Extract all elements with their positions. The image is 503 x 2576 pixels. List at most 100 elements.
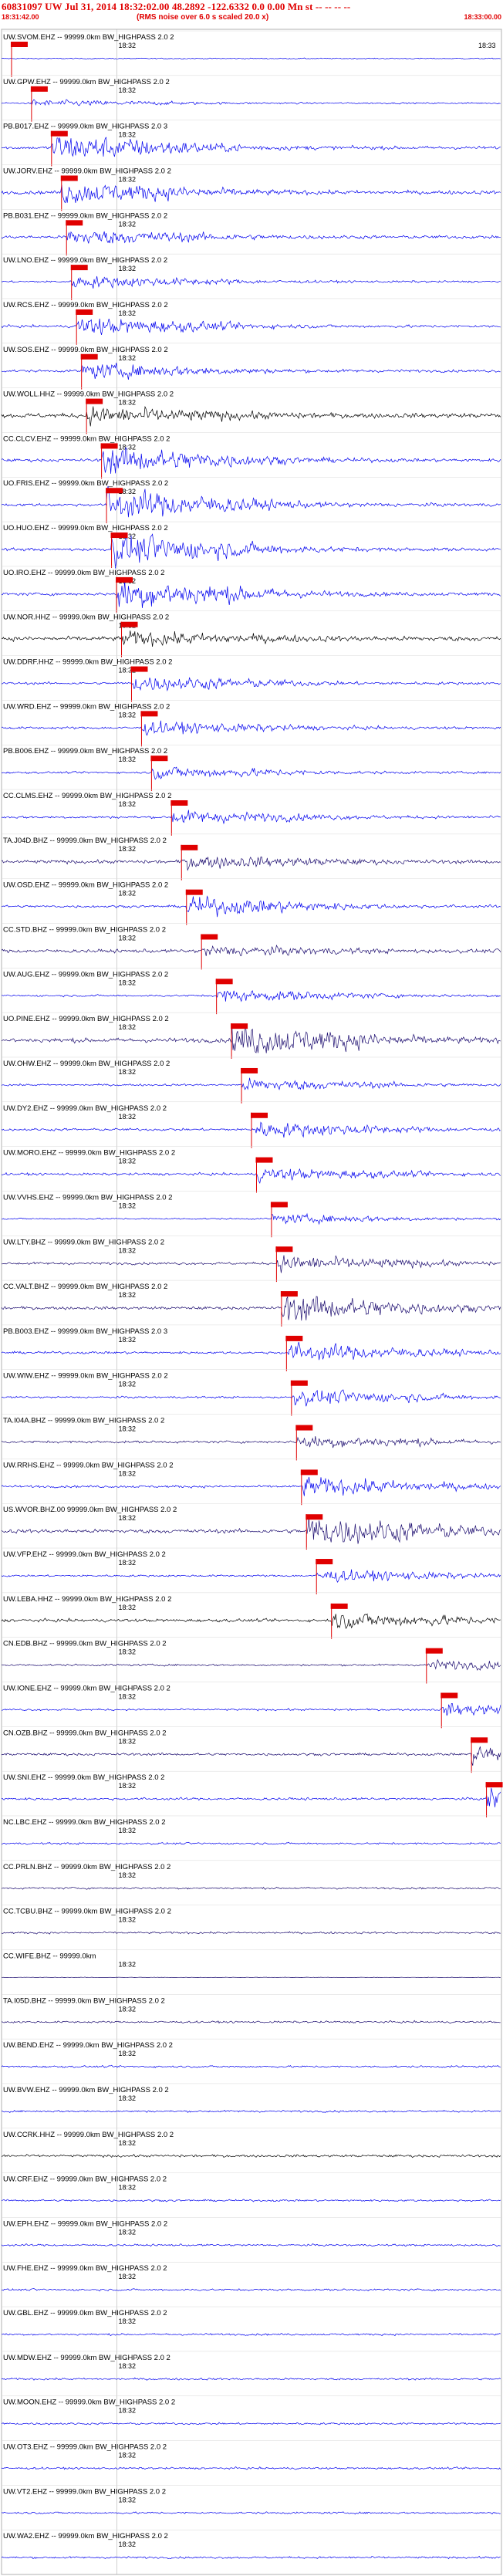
waveform-line <box>1 990 501 1002</box>
station-trace-group: UW.CCRK.HHZ -- 99999.0km BW_HIGHPASS 2.0… <box>1 2128 501 2158</box>
time-tick-label: 18:32 <box>119 2452 137 2459</box>
waveform-line <box>1 184 501 204</box>
waveform-line <box>1 231 501 244</box>
station-trace-group: UW.LNO.EHZ -- 99999.0km BW_HIGHPASS 2.0 … <box>1 253 501 300</box>
station-label: UW.VFP.EHZ -- 99999.0km BW_HIGHPASS 2.0 … <box>3 1550 166 1559</box>
station-trace-group: TA.J04D.BHZ -- 99999.0km BW_HIGHPASS 2.0… <box>1 833 501 881</box>
station-label: UW.BVW.EHZ -- 99999.0km BW_HIGHPASS 2.0 … <box>3 2086 169 2094</box>
waveform-line <box>1 363 501 380</box>
station-trace-group: UW.LTY.BHZ -- 99999.0km BW_HIGHPASS 2.0 … <box>2 1236 501 1283</box>
time-tick-label: 18:32 <box>119 399 137 407</box>
station-trace-group: UW.SOS.EHZ -- 99999.0km BW_HIGHPASS 2.0 … <box>1 343 501 390</box>
station-label: CC.WIFE.BHZ -- 99999.0km <box>3 1952 96 1960</box>
station-trace-group: UW.GPW.EHZ -- 99999.0km BW_HIGHPASS 2.0 … <box>1 75 501 122</box>
station-trace-group: CN.EDB.BHZ -- 99999.0km BW_HIGHPASS 2.0 … <box>1 1637 501 1684</box>
station-label: PB.B017.EHZ -- 99999.0km BW_HIGHPASS 2.0… <box>3 123 167 131</box>
phase-pick-marker <box>241 1067 258 1073</box>
waveform-line <box>1 276 501 289</box>
phase-pick-marker <box>170 800 188 806</box>
station-trace-group: CN.OZB.BHZ -- 99999.0km BW_HIGHPASS 2.0 … <box>1 1726 501 1773</box>
station-trace-group: UW.WIW.EHZ -- 99999.0km BW_HIGHPASS 2.0 … <box>1 1369 501 1416</box>
time-tick-label: 18:32 <box>119 1737 137 1745</box>
station-label: UW.WRD.EHZ -- 99999.0km BW_HIGHPASS 2.0 … <box>3 702 170 711</box>
time-tick-label: 18:32 <box>119 1023 137 1031</box>
station-label: UW.VT2.EHZ -- 99999.0km BW_HIGHPASS 2.0 … <box>3 2487 166 2496</box>
station-trace-group: UW.FHE.EHZ -- 99999.0km BW_HIGHPASS 2.0 … <box>1 2261 501 2292</box>
waveform-line <box>1 2064 501 2068</box>
time-tick-label: 18:32 <box>119 845 137 853</box>
phase-pick-marker <box>280 1291 298 1297</box>
waveform-line <box>2 766 501 780</box>
station-trace-group: NC.LBC.EHZ -- 99999.0km BW_HIGHPASS 2.0 … <box>1 1815 501 1845</box>
time-tick-label: 18:32 <box>119 1916 137 1924</box>
time-tick-label: 18:32 <box>119 1871 137 1879</box>
phase-pick-marker <box>86 398 103 404</box>
waveform-line <box>1 137 501 157</box>
time-tick-label: 18:32 <box>119 2407 137 2415</box>
phase-pick-marker <box>425 1648 443 1654</box>
station-trace-group: UW.RRHS.EHZ -- 99999.0km BW_HIGHPASS 2.0… <box>1 1459 501 1506</box>
time-tick-label: 18:32 <box>119 979 137 986</box>
station-label: UW.NOR.HHZ -- 99999.0km BW_HIGHPASS 2.0 … <box>3 614 169 622</box>
time-tick-label: 18:32 <box>119 800 137 808</box>
phase-pick-marker <box>471 1737 488 1743</box>
waveform-line <box>1 2422 501 2426</box>
waveform-line <box>1 1121 501 1138</box>
station-trace-group: UO.PINE.EHZ -- 99999.0km BW_HIGHPASS 2.0… <box>1 1012 501 1059</box>
phase-pick-marker <box>106 488 123 494</box>
seismogram-plot: UW.SVOM.EHZ -- 99999.0km BW_HIGHPASS 2.0… <box>1 29 503 2575</box>
time-tick-label: 18:32 <box>119 1202 137 1209</box>
station-trace-group: UW.EPH.EHZ -- 99999.0km BW_HIGHPASS 2.0 … <box>1 2217 501 2247</box>
station-label: UW.OSD.EHZ -- 99999.0km BW_HIGHPASS 2.0 … <box>3 881 168 890</box>
time-tick-label: 18:32 <box>119 890 137 898</box>
time-tick-label: 18:32 <box>119 1291 137 1299</box>
phase-pick-marker <box>110 532 128 539</box>
phase-pick-marker <box>50 130 68 137</box>
time-tick-label: 18:32 <box>119 2139 137 2147</box>
station-label: CN.OZB.BHZ -- 99999.0km BW_HIGHPASS 2.0 … <box>3 1729 167 1737</box>
station-trace-group: UW.DY2.EHZ -- 99999.0km BW_HIGHPASS 2.0 … <box>1 1101 501 1148</box>
phase-pick-marker <box>66 220 83 226</box>
station-trace-group: UW.WA2.EHZ -- 99999.0km BW_HIGHPASS 2.0 … <box>1 2529 501 2560</box>
station-trace-group: UW.SVOM.EHZ -- 99999.0km BW_HIGHPASS 2.0… <box>2 30 501 77</box>
station-trace-group: CC.CLMS.EHZ -- 99999.0km BW_HIGHPASS 2.0… <box>1 789 501 836</box>
station-label: UO.HUO.EHZ -- 99999.0km BW_HIGHPASS 2.0 … <box>3 524 168 532</box>
time-tick-label: 18:32 <box>119 1782 137 1790</box>
time-tick-label: 18:32 <box>119 42 137 49</box>
station-trace-group: UW.DDRF.HHZ -- 99999.0km BW_HIGHPASS 2.0… <box>1 655 501 702</box>
phase-pick-marker <box>330 1603 348 1609</box>
waveform-line <box>1 677 501 691</box>
waveform-line <box>1 1703 501 1716</box>
time-tick-label: 18:32 <box>119 220 137 228</box>
waveform-line <box>1 630 501 647</box>
station-trace-group: UW.BEND.EHZ -- 99999.0km BW_HIGHPASS 2.0… <box>1 2038 501 2068</box>
waveform-line <box>1 2377 501 2381</box>
time-tick-label: 18:32 <box>119 756 137 763</box>
phase-pick-marker <box>116 576 133 583</box>
waveform-line <box>2 57 501 60</box>
time-tick-label: 18:33 <box>478 42 496 49</box>
waveform-line <box>1 1025 501 1053</box>
station-label: UW.LNO.EHZ -- 99999.0km BW_HIGHPASS 2.0 … <box>3 256 167 265</box>
time-tick-label: 18:32 <box>119 934 137 941</box>
station-label: UW.SOS.EHZ -- 99999.0km BW_HIGHPASS 2.0 … <box>3 346 168 354</box>
station-label: UW.RCS.EHZ -- 99999.0km BW_HIGHPASS 2.0 … <box>3 301 168 309</box>
station-trace-group: UW.OSD.EHZ -- 99999.0km BW_HIGHPASS 2.0 … <box>1 878 501 925</box>
phase-pick-marker <box>231 1023 248 1029</box>
waveform-line <box>1 1886 501 1890</box>
station-trace-group: UW.MOON.EHZ -- 99999.0km BW_HIGHPASS 2.0… <box>1 2395 501 2426</box>
time-tick-label: 18:32 <box>119 175 137 183</box>
waveform-line <box>1 1931 501 1935</box>
station-label: CC.STD.BHZ -- 99999.0km BW_HIGHPASS 2.0 … <box>3 925 166 934</box>
waveform-line <box>1 895 501 918</box>
station-label: UW.JORV.EHZ -- 99999.0km BW_HIGHPASS 2.0… <box>3 167 171 175</box>
station-label: UW.GPW.EHZ -- 99999.0km BW_HIGHPASS 2.0 … <box>3 78 170 86</box>
waveform-line <box>1 1613 501 1629</box>
station-label: UW.MDW.EHZ -- 99999.0km BW_HIGHPASS 2.0 … <box>3 2354 170 2362</box>
station-label: UW.SVOM.EHZ -- 99999.0km BW_HIGHPASS 2.0… <box>3 33 174 42</box>
station-trace-group: PB.B006.EHZ -- 99999.0km BW_HIGHPASS 2.0… <box>2 744 501 792</box>
station-label: UW.MORO.EHZ -- 99999.0km BW_HIGHPASS 2.0… <box>3 1149 175 1158</box>
station-label: UO.IRO.EHZ -- 99999.0km BW_HIGHPASS 2.0 … <box>3 569 164 577</box>
station-label: UW.WOLL.HHZ -- 99999.0km BW_HIGHPASS 2.0… <box>3 390 174 399</box>
waveform-line <box>1 856 501 871</box>
